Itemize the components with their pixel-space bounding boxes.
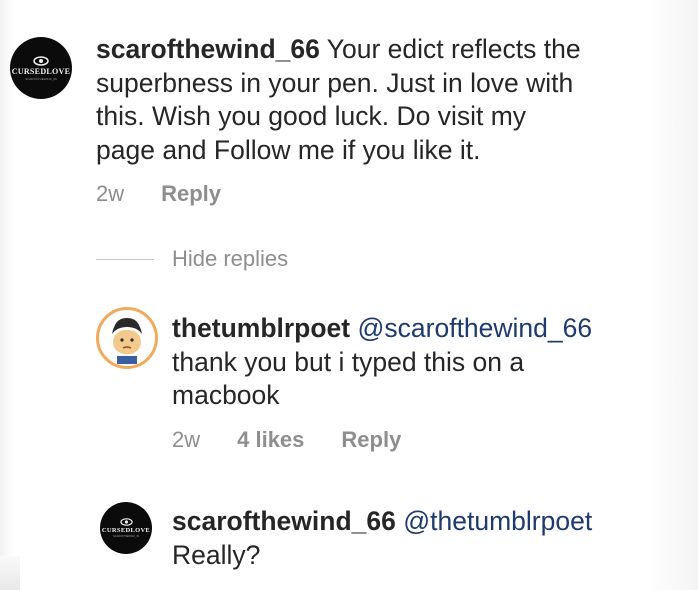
reply-likes[interactable]: 4 likes bbox=[237, 427, 304, 453]
reply-button[interactable]: Reply bbox=[161, 181, 221, 207]
reply-mention[interactable]: @scarofthewind_66 bbox=[358, 313, 593, 343]
avatar-thetumblrpoet[interactable] bbox=[96, 307, 158, 369]
hide-replies-label[interactable]: Hide replies bbox=[172, 246, 288, 272]
comment-line-1: scarofthewind_66 Your edict reflects the bbox=[96, 33, 636, 67]
corner-shade bbox=[0, 556, 20, 590]
comment-text-line-1: Your edict reflects the bbox=[326, 34, 581, 64]
eye-icon bbox=[33, 55, 49, 66]
reply-timestamp: 2w bbox=[172, 427, 201, 452]
reply2-line-1: scarofthewind_66 @thetumblrpoet bbox=[172, 505, 642, 539]
comment-body: scarofthewind_66 Your edict reflects the… bbox=[96, 33, 636, 167]
comment-text-line-2: superbness in your pen. Just in love wit… bbox=[96, 67, 574, 98]
comment-meta: 2w Reply bbox=[96, 181, 221, 207]
avatar-brand-subtext: SCAROFTHEWIND_66 bbox=[112, 535, 140, 538]
reply2-body: scarofthewind_66 @thetumblrpoet Really? bbox=[172, 505, 642, 572]
cartoon-face-icon bbox=[101, 312, 153, 364]
avatar-brand-text: CURSEDLOVE bbox=[11, 66, 71, 76]
left-edge-shade bbox=[0, 0, 14, 590]
hide-replies-toggle[interactable]: Hide replies bbox=[96, 246, 288, 272]
comment-username[interactable]: scarofthewind_66 bbox=[96, 34, 320, 64]
eye-icon bbox=[119, 517, 133, 526]
reply2-username[interactable]: scarofthewind_66 bbox=[172, 506, 396, 536]
reply-username[interactable]: thetumblrpoet bbox=[172, 313, 350, 343]
comment-text-line-3: this. Wish you good luck. Do visit my bbox=[96, 101, 527, 131]
reply-text-line-2: thank you but i typed this on a bbox=[172, 346, 525, 377]
avatar-brand-text: CURSEDLOVE bbox=[101, 526, 151, 534]
avatar-brand-subtext: SCAROFTHEWIND_66 bbox=[25, 76, 57, 81]
reply2-mention[interactable]: @thetumblrpoet bbox=[403, 506, 592, 536]
reply-reply-button[interactable]: Reply bbox=[341, 427, 401, 453]
avatar-scarofthewind-reply[interactable]: CURSEDLOVE SCAROFTHEWIND_66 bbox=[100, 502, 152, 554]
reply-meta: 2w 4 likes Reply bbox=[172, 427, 401, 453]
reply2-text-line-2: Really? bbox=[172, 539, 261, 570]
comment-text-line-4: page and Follow me if you like it. bbox=[96, 134, 481, 165]
reply-line-1: thetumblrpoet @scarofthewind_66 bbox=[172, 312, 642, 346]
hide-replies-divider bbox=[96, 258, 154, 260]
comment-timestamp: 2w bbox=[96, 181, 125, 206]
reply-body: thetumblrpoet @scarofthewind_66 thank yo… bbox=[172, 312, 642, 413]
avatar-scarofthewind[interactable]: CURSEDLOVE SCAROFTHEWIND_66 bbox=[10, 37, 72, 99]
comments-screen: CURSEDLOVE SCAROFTHEWIND_66 scarofthewin… bbox=[0, 0, 698, 590]
right-edge-shade bbox=[646, 0, 698, 590]
reply-text-line-3: macbook bbox=[172, 380, 280, 410]
